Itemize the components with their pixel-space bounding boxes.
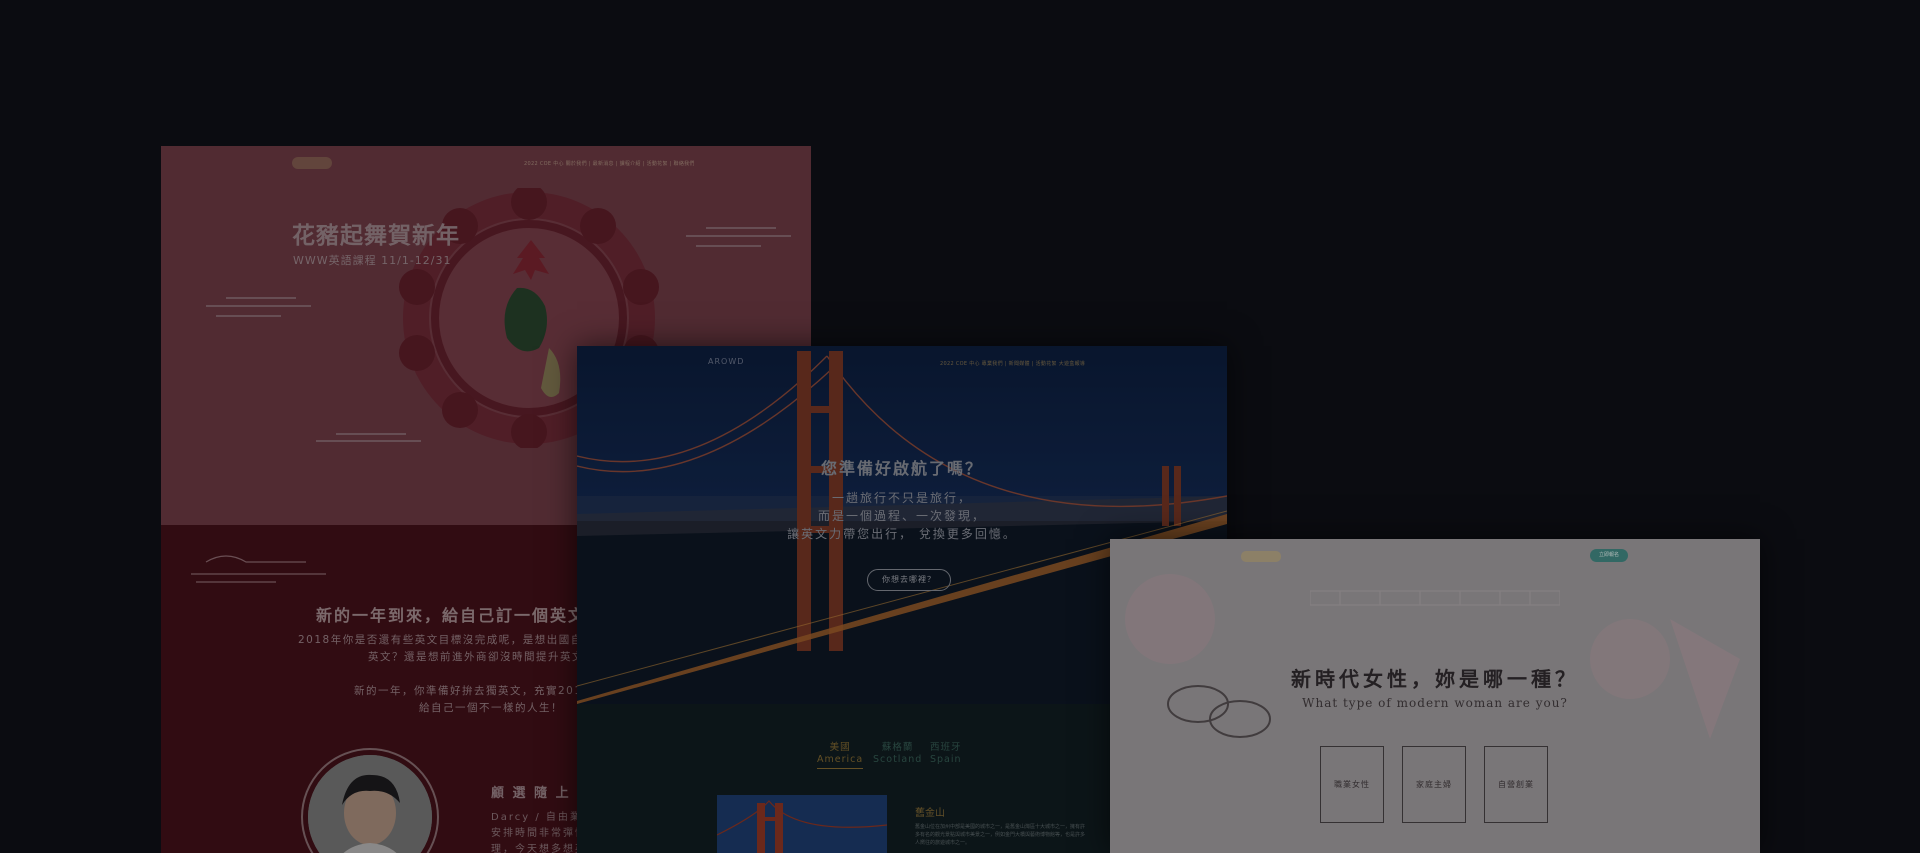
section-heading: 新的一年到來，給自己訂一個英文新 <box>316 606 605 625</box>
intro-paragraph-line: 新的一年，你準備好拚去獨英文，充實2019年 <box>354 685 603 697</box>
tab-scotland[interactable]: 蘇格蘭 Scotland <box>873 742 922 766</box>
intro-paragraph-line: 2018年你是否還有些英文目標沒完成呢，是想出國自助旅 <box>298 634 607 646</box>
tab-label-zh: 蘇格蘭 <box>881 742 914 753</box>
intro-paragraph-line: 英文？還是想前進外商卻沒時間提升英文能 <box>368 651 596 663</box>
top-nav[interactable]: 2022 COE 中心 專業我們 | 新聞媒體 | 活動花絮 大遊盒報導 <box>940 360 1085 367</box>
tab-label-en: Spain <box>930 754 962 765</box>
city-photo <box>717 795 887 853</box>
top-nav[interactable]: 2022 COE 中心 關於我們 | 最新消息 | 課程介紹 | 活動花絮 | … <box>524 160 695 167</box>
city-name: 舊金山 <box>915 808 945 819</box>
tab-label-zh: 西班牙 <box>930 742 962 753</box>
quiz-subtitle: What type of modern woman are you? <box>1302 696 1568 710</box>
teacher-bio-line: Darcy / 自由業 <box>491 812 582 823</box>
teacher-bio-line: 理，今天想多想英 <box>491 844 587 853</box>
site-logo[interactable] <box>1241 551 1281 562</box>
hero-title: 您準備好啟航了嗎？ <box>820 459 983 478</box>
nav-grid-decoration <box>1310 590 1560 606</box>
quiz-title: 新時代女性，妳是哪一種？ <box>1291 667 1579 691</box>
tab-label-en: Scotland <box>873 754 923 765</box>
cloud-decoration <box>686 227 791 247</box>
where-to-button[interactable]: 你想去哪裡？ <box>867 569 951 591</box>
choice-entrepreneur[interactable]: 自營創業 <box>1484 746 1548 823</box>
hero-line: 而是一個過程、一次發現， <box>817 509 986 523</box>
tab-america[interactable]: 美國 America <box>817 742 864 769</box>
city-description: 舊金山位在加州中部是美國的城市之一，是舊金山灣區十大城市之一，擁有許多有名的觀光… <box>915 824 1086 846</box>
teacher-bio-line: 安排時間非常彈性 <box>491 828 587 839</box>
tab-label-zh: 美國 <box>829 742 851 753</box>
promo-title: 花豬起舞賀新年 <box>292 223 460 249</box>
tab-spain[interactable]: 西班牙 Spain <box>930 742 962 766</box>
cloud-decoration <box>206 297 311 317</box>
intro-paragraph-line: 給自己一個不一樣的人生！ <box>419 702 563 714</box>
cloud-decoration <box>316 433 421 442</box>
cloud-decoration <box>191 555 326 583</box>
modern-woman-quiz-preview[interactable]: 立即報名 新時代女性，妳是哪一種？ What type of modern wo… <box>1110 539 1760 853</box>
hero-line: 一趟旅行不只是旅行， <box>831 491 972 505</box>
choice-career-woman[interactable]: 職業女性 <box>1320 746 1384 823</box>
promo-subtitle: WWW英語課程 11/1-12/31 <box>293 254 452 267</box>
teacher-name: 顧 選 隨 上 <box>491 786 571 801</box>
choice-housewife[interactable]: 家庭主婦 <box>1402 746 1466 823</box>
tab-label-en: America <box>817 754 864 765</box>
signup-button[interactable]: 立即報名 <box>1590 549 1628 562</box>
site-logo[interactable] <box>292 157 332 169</box>
site-logo[interactable]: AROWD <box>708 357 744 366</box>
